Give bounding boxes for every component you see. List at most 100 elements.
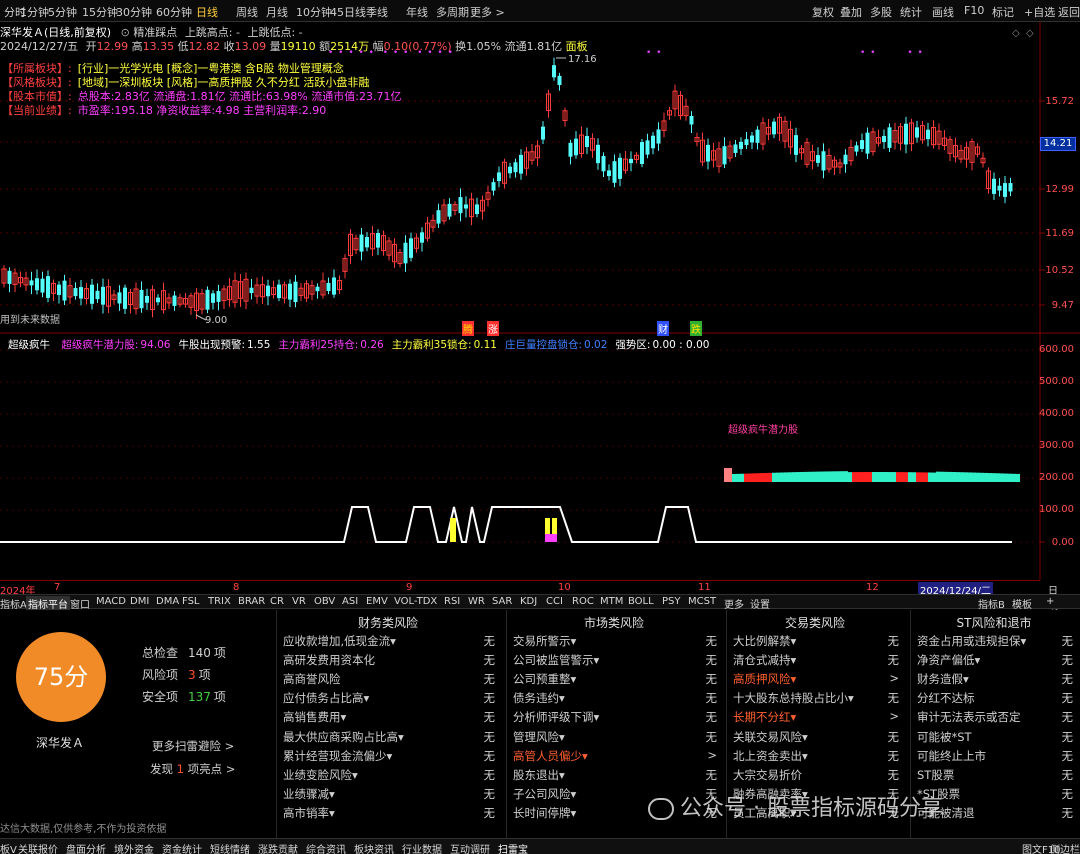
candle-body [557, 75, 562, 85]
indicator-tab-right[interactable]: + [1046, 596, 1054, 607]
risk-row[interactable]: 交易所警示▾ 无 [513, 633, 721, 649]
indicator-tab-right[interactable]: 指标B [978, 596, 1005, 611]
risk-row[interactable]: 资金占用或违规担保▾ 无 [917, 633, 1077, 649]
risk-row[interactable]: 高研发费用资本化 无 [283, 652, 499, 668]
sidebar-tab[interactable]: 侧边栏 [1050, 841, 1080, 854]
risk-row[interactable]: 高质押风险▾ > [733, 671, 903, 687]
risk-row[interactable]: 应付债务占比高▾ 无 [283, 690, 499, 706]
risk-row[interactable]: 净资产偏低▾ 无 [917, 652, 1077, 668]
kline-chart[interactable]: ◇ ◇ [0, 0, 1080, 580]
indicator-tab[interactable]: ROC [572, 596, 594, 607]
risk-row[interactable]: 财务造假▾ 无 [917, 671, 1077, 687]
future-data-note: 用到未来数据 [0, 315, 60, 326]
indicator-tab[interactable]: KDJ [520, 596, 537, 607]
risk-row[interactable]: 应收款增加,低现金流▾ 无 [283, 633, 499, 649]
indicator-tab[interactable]: WR [468, 596, 485, 607]
indicator-tab[interactable]: 设置 [750, 596, 770, 611]
bottom-tab[interactable]: 涨跌贡献 [258, 841, 298, 854]
risk-row[interactable]: 可能终止上市 无 [917, 748, 1077, 764]
indicator-tab[interactable]: MCST [688, 596, 716, 607]
indicator-tab[interactable]: PSY [662, 596, 681, 607]
indicator-tab[interactable]: DMA [156, 596, 179, 607]
risk-stat-value: 140 [188, 646, 211, 660]
risk-row[interactable]: 北上资金卖出▾ 无 [733, 748, 903, 764]
bottom-tab[interactable]: 关联报价 [18, 841, 58, 854]
indicator-tab[interactable]: CCI [546, 596, 563, 607]
indicator-tab[interactable]: EMV [366, 596, 388, 607]
indicator-tab[interactable]: 窗口 [70, 596, 90, 611]
bottom-tab[interactable]: 短线情绪 [210, 841, 250, 854]
indicator-tab[interactable]: MACD [96, 596, 126, 607]
candle-body [585, 136, 589, 147]
indicator-tab-right[interactable]: 模板 [1012, 596, 1032, 611]
risk-row-result: > [889, 709, 899, 724]
current-price-tag: 14.21 [1040, 137, 1076, 151]
bottom-tab[interactable]: 盘面分析 [66, 841, 106, 854]
risk-row[interactable]: 业绩骤减▾ 无 [283, 786, 499, 802]
risk-row[interactable]: 最大供应商采购占比高▾ 无 [283, 729, 499, 745]
risk-row[interactable]: 十大股东总持股占比小▾ 无 [733, 690, 903, 706]
risk-row-result: 无 [705, 634, 718, 648]
bottom-tab[interactable]: 板块资讯 [354, 841, 394, 854]
risk-row[interactable]: 分析师评级下调▾ 无 [513, 709, 721, 725]
risk-row[interactable]: ST股票 无 [917, 767, 1077, 783]
indicator-tab[interactable]: BOLL [628, 596, 654, 607]
indicator-tab[interactable]: CR [270, 596, 284, 607]
risk-row[interactable]: 业绩变脸风险▾ 无 [283, 767, 499, 783]
indicator-tab[interactable]: 指标平台 [26, 596, 70, 611]
indicator-tab[interactable]: TRIX [208, 596, 231, 607]
risk-row-result: 无 [887, 653, 900, 668]
risk-row[interactable]: 债务违约▾ 无 [513, 690, 721, 706]
risk-row[interactable]: 公司被监管警示▾ 无 [513, 652, 721, 668]
candle-body [40, 278, 45, 293]
indicator-tab[interactable]: SAR [492, 596, 512, 607]
highlight-link[interactable]: 发现 1 项亮点 > [150, 761, 235, 777]
risk-row[interactable]: 公司预重整▾ 无 [513, 671, 721, 687]
bottom-left-tab[interactable]: 板V [0, 841, 17, 854]
risk-row[interactable]: 股东退出▾ 无 [513, 767, 721, 783]
more-scan-link[interactable]: 更多扫雷避险 > [152, 738, 234, 754]
risk-row-result: 无 [483, 653, 496, 668]
bottom-tab[interactable]: 行业数据 [402, 841, 442, 854]
date-axis: 2024年 7 8 9 10 11 12 2024/12/24/二 日线 [0, 580, 1058, 612]
risk-row[interactable]: 高商誉风险 无 [283, 671, 499, 687]
indicator-tab[interactable]: ASI [342, 596, 358, 607]
bottom-tab[interactable]: 扫雷宝 [498, 841, 528, 854]
indicator-tab[interactable]: RSI [444, 596, 460, 607]
bottom-tab[interactable]: 资金统计 [162, 841, 202, 854]
risk-row[interactable]: 大比例解禁▾ 无 [733, 633, 903, 649]
risk-row[interactable]: 关联交易风险▾ 无 [733, 729, 903, 745]
indicator-tab[interactable]: VR [292, 596, 306, 607]
indicator-name[interactable]: 超级疯牛 [8, 339, 50, 351]
signal-teng: 腾 [462, 321, 474, 336]
bottom-tab[interactable]: 互动调研 [450, 841, 490, 854]
price-tick: 11.69 [1045, 228, 1074, 239]
risk-row[interactable]: 长期不分红▾ > [733, 709, 903, 725]
risk-row-result: 无 [1061, 748, 1074, 763]
indicator-tab[interactable]: DMI [130, 596, 149, 607]
risk-row[interactable]: 高管人员偏少▾ > [513, 748, 721, 764]
risk-row[interactable]: 累计经营现金流偏少▾ 无 [283, 748, 499, 764]
indicator-tab[interactable]: 更多 [724, 596, 744, 611]
candle-body [464, 204, 468, 209]
bottom-tab[interactable]: 综合资讯 [306, 841, 346, 854]
risk-row-result: 无 [705, 672, 718, 687]
indicator-tab[interactable]: OBV [314, 596, 335, 607]
indicator-tab[interactable]: 指标A [0, 596, 27, 611]
indicator-tab[interactable]: FSL [182, 596, 200, 607]
risk-row[interactable]: 可能被*ST 无 [917, 729, 1077, 745]
indicator-tab[interactable]: MTM [600, 596, 623, 607]
risk-row-label: 高销售费用▾ [283, 710, 347, 725]
risk-row[interactable]: 管理风险▾ 无 [513, 729, 721, 745]
bottom-tab[interactable]: 境外资金 [114, 841, 154, 854]
candle-body [315, 286, 320, 292]
risk-row[interactable]: 大宗交易折价 无 [733, 767, 903, 783]
risk-row[interactable]: 高销售费用▾ 无 [283, 709, 499, 725]
indicator-tab[interactable]: BRAR [238, 596, 265, 607]
risk-row[interactable]: 清仓式减持▾ 无 [733, 652, 903, 668]
risk-row[interactable]: 高市销率▾ 无 [283, 805, 499, 821]
candle-body [645, 140, 650, 155]
indicator-tab[interactable]: VOL-TDX [394, 596, 437, 607]
risk-row[interactable]: 审计无法表示或否定 无 [917, 709, 1077, 725]
risk-row[interactable]: 分红不达标 无 [917, 690, 1077, 706]
